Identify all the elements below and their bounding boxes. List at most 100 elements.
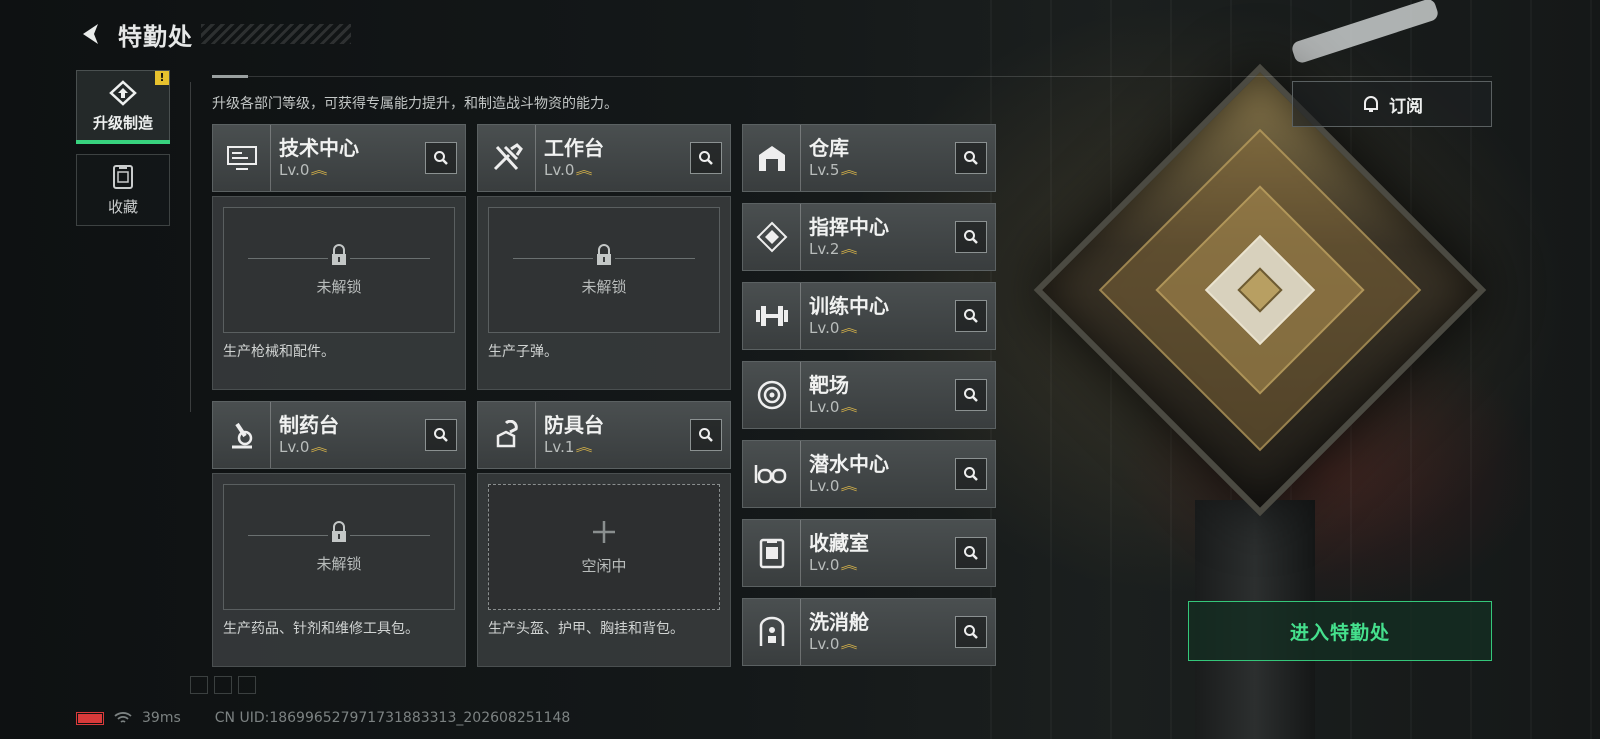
- facility-decontamination[interactable]: 洗消舱 Lv.0 ︽: [742, 598, 996, 666]
- facility-header-armor-bench[interactable]: 防具台 Lv.1 ︽: [477, 401, 731, 469]
- page-title: 特勤处: [118, 22, 193, 51]
- level-up-chevron-icon: ︽: [840, 242, 858, 256]
- facility-level: Lv.0: [809, 319, 840, 337]
- search-icon: [964, 546, 978, 560]
- idle-slot[interactable]: 空闲中: [488, 484, 720, 610]
- armor-icon: [478, 402, 536, 468]
- left-divider: [190, 82, 191, 412]
- ping-text: 39ms: [142, 710, 181, 726]
- status-footer: 39ms CN UID:18699652797173188331​3_20260…: [76, 708, 570, 728]
- search-button[interactable]: [425, 142, 457, 174]
- search-icon: [434, 428, 448, 442]
- wifi-icon: [114, 712, 132, 723]
- frame-decoration: [190, 676, 256, 694]
- search-button[interactable]: [955, 142, 987, 174]
- level-up-chevron-icon: ︽: [840, 558, 858, 572]
- collection-cabinet-icon: [113, 164, 133, 189]
- facility-command-center[interactable]: 指挥中心 Lv.2 ︽: [742, 203, 996, 271]
- tab-upgrade-craft-label: 升级制造: [92, 113, 153, 132]
- facility-level: Lv.0: [544, 161, 575, 179]
- facility-collection-room[interactable]: 收藏室 Lv.0 ︽: [742, 519, 996, 587]
- search-icon: [699, 151, 713, 165]
- search-button[interactable]: [690, 419, 722, 451]
- facility-name: 指挥中心: [809, 215, 889, 239]
- slot-status: 空闲中: [581, 556, 627, 575]
- command-icon: [743, 204, 801, 270]
- facility-name: 收藏室: [809, 531, 869, 555]
- slot-status: 未解锁: [316, 277, 362, 296]
- level-up-chevron-icon: ︽: [840, 637, 858, 651]
- search-button[interactable]: [955, 300, 987, 332]
- warehouse-icon: [743, 125, 801, 191]
- search-button[interactable]: [955, 537, 987, 569]
- facility-shooting-range[interactable]: 靶场 Lv.0 ︽: [742, 361, 996, 429]
- search-icon: [964, 309, 978, 323]
- locked-slot: 未解锁: [488, 207, 720, 333]
- upgrade-icon: [109, 79, 137, 106]
- facility-header-workbench[interactable]: 工作台 Lv.0 ︽: [477, 124, 731, 192]
- production-slot-card[interactable]: 空闲中 生产头盔、护甲、胸挂和背包。: [477, 473, 731, 667]
- facility-training-center[interactable]: 训练中心 Lv.0 ︽: [742, 282, 996, 350]
- lock-icon: [597, 243, 611, 265]
- search-button[interactable]: [955, 458, 987, 490]
- facility-name: 训练中心: [809, 294, 889, 318]
- facility-level: Lv.0: [809, 477, 840, 495]
- search-button[interactable]: [425, 419, 457, 451]
- facility-warehouse[interactable]: 仓库 Lv.5 ︽: [742, 124, 996, 192]
- facility-level: Lv.1: [544, 438, 575, 456]
- facility-name: 制药台: [279, 413, 339, 437]
- facility-diving-center[interactable]: 潜水中心 Lv.0 ︽: [742, 440, 996, 508]
- tab-upgrade-craft[interactable]: ! 升级制造: [76, 70, 170, 144]
- back-arrow-icon[interactable]: [76, 19, 106, 49]
- uid-text: CN UID:18699652797173188331​3_2026082511…: [214, 710, 571, 726]
- diving-mask-icon: [743, 441, 801, 507]
- computer-icon: [213, 125, 271, 191]
- facility-name: 防具台: [544, 413, 604, 437]
- locked-slot: 未解锁: [223, 484, 455, 610]
- facility-description: 生产子弹。: [488, 344, 558, 360]
- dumbbell-icon: [743, 283, 801, 349]
- search-icon: [699, 428, 713, 442]
- level-up-chevron-icon: ︽: [575, 163, 593, 177]
- intro-text: 升级各部门等级，可获得专属能力提升，和制造战斗物资的能力。: [212, 96, 618, 112]
- facility-name: 靶场: [809, 373, 849, 397]
- facility-header-tech-center[interactable]: 技术中心 Lv.0 ︽: [212, 124, 466, 192]
- facility-level: Lv.0: [809, 556, 840, 574]
- search-icon: [964, 230, 978, 244]
- enter-button[interactable]: 进入特勤处: [1188, 601, 1492, 661]
- bell-icon: [1364, 96, 1378, 112]
- locked-slot: 未解锁: [223, 207, 455, 333]
- production-slot-card[interactable]: 未解锁 生产药品、针剂和维修工具包。: [212, 473, 466, 667]
- search-icon: [964, 388, 978, 402]
- facility-name: 仓库: [809, 136, 849, 160]
- plus-icon: [593, 520, 615, 543]
- facility-header-pharmacy[interactable]: 制药台 Lv.0 ︽: [212, 401, 466, 469]
- tab-collection-label: 收藏: [107, 197, 138, 216]
- collection-icon: [743, 520, 801, 586]
- level-up-chevron-icon: ︽: [310, 163, 328, 177]
- search-button[interactable]: [690, 142, 722, 174]
- subscribe-button[interactable]: 订阅: [1292, 81, 1492, 127]
- facility-level: Lv.0: [279, 161, 310, 179]
- header: 特勤处: [76, 16, 351, 52]
- search-icon: [964, 467, 978, 481]
- search-button[interactable]: [955, 616, 987, 648]
- search-button[interactable]: [955, 379, 987, 411]
- facility-name: 洗消舱: [809, 610, 869, 634]
- tab-collection[interactable]: 收藏: [76, 154, 170, 226]
- production-slot-card[interactable]: 未解锁 生产子弹。: [477, 196, 731, 390]
- level-up-chevron-icon: ︽: [840, 479, 858, 493]
- facility-level: Lv.0: [809, 635, 840, 653]
- facility-name: 潜水中心: [809, 452, 889, 476]
- level-up-chevron-icon: ︽: [575, 440, 593, 454]
- slot-status: 未解锁: [581, 277, 627, 296]
- production-slot-card[interactable]: 未解锁 生产枪械和配件。: [212, 196, 466, 390]
- facility-level: Lv.2: [809, 240, 840, 258]
- target-icon: [743, 362, 801, 428]
- level-up-chevron-icon: ︽: [310, 440, 328, 454]
- facility-description: 生产枪械和配件。: [223, 344, 335, 360]
- search-button[interactable]: [955, 221, 987, 253]
- facility-name: 技术中心: [279, 136, 359, 160]
- facility-description: 生产头盔、护甲、胸挂和背包。: [488, 621, 684, 637]
- level-up-chevron-icon: ︽: [840, 321, 858, 335]
